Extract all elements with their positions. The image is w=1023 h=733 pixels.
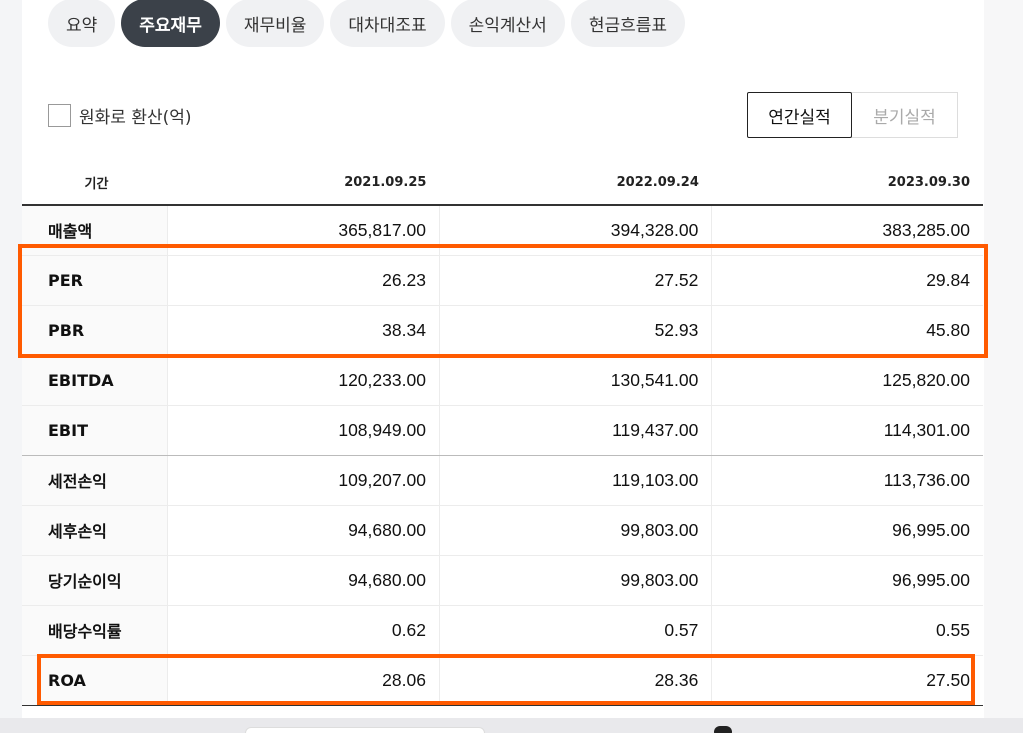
table-cell: 45.80 (711, 305, 983, 356)
table-row: EBIT 108,949.00 119,437.00 114,301.00 (22, 405, 983, 456)
table-row: ROA 28.06 28.36 27.50 (22, 655, 983, 706)
row-label: 매출액 (22, 205, 167, 256)
table-row: EBITDA 120,233.00 130,541.00 125,820.00 (22, 355, 983, 406)
krw-convert-checkbox[interactable] (48, 104, 71, 127)
period-column-header: 2021.09.25 (167, 160, 440, 206)
bottom-search-pill (245, 727, 485, 733)
period-column-header: 2022.09.24 (439, 160, 712, 206)
table-cell: 394,328.00 (438, 205, 712, 256)
table-cell: 99,803.00 (438, 555, 712, 606)
table-cell: 0.55 (711, 605, 983, 656)
table-cell: 96,995.00 (711, 505, 983, 556)
table-header-row: 기간 2021.09.25 2022.09.24 2023.09.30 (22, 160, 983, 206)
table-cell: 26.23 (166, 255, 440, 306)
row-label: PER (22, 255, 167, 306)
quarterly-results-button[interactable]: 분기실적 (851, 92, 958, 138)
table-cell: 0.57 (438, 605, 712, 656)
table-row: 세후손익 94,680.00 99,803.00 96,995.00 (22, 505, 983, 556)
table-cell: 365,817.00 (166, 205, 440, 256)
tab-financial-ratios[interactable]: 재무비율 (225, 0, 325, 47)
row-label: PBR (22, 305, 167, 356)
bottom-dot-icon (714, 726, 732, 733)
table-cell: 27.50 (711, 655, 983, 706)
table-cell: 125,820.00 (711, 355, 983, 406)
row-label: EBIT (22, 405, 167, 456)
row-label: 세후손익 (22, 505, 167, 556)
annual-results-button[interactable]: 연간실적 (747, 92, 852, 138)
table-cell: 27.52 (438, 255, 712, 306)
table-row: PER 26.23 27.52 29.84 (22, 255, 983, 306)
row-label: EBITDA (22, 355, 167, 406)
table-cell: 0.62 (166, 605, 440, 656)
tab-income-statement[interactable]: 손익계산서 (450, 0, 565, 47)
tab-cash-flow[interactable]: 현금흐름표 (570, 0, 686, 47)
left-background (0, 0, 22, 718)
period-column-header: 2023.09.30 (711, 160, 983, 206)
krw-convert-option[interactable]: 원화로 환산(억) (48, 103, 192, 128)
key-financials-table: 기간 2021.09.25 2022.09.24 2023.09.30 매출액 … (22, 160, 983, 706)
row-label: 세전손익 (22, 455, 167, 506)
row-label: 배당수익률 (22, 605, 167, 656)
right-background (984, 0, 1023, 720)
table-cell: 52.93 (438, 305, 712, 356)
row-label: ROA (22, 655, 167, 706)
tab-balance-sheet[interactable]: 대차대조표 (330, 0, 445, 47)
bottom-bar (0, 718, 1023, 733)
table-cell: 113,736.00 (711, 455, 983, 506)
table-row: 당기순이익 94,680.00 99,803.00 96,995.00 (22, 555, 983, 606)
table-cell: 94,680.00 (166, 505, 440, 556)
table-cell: 119,103.00 (438, 455, 712, 506)
table-cell: 108,949.00 (166, 405, 440, 456)
table-row: 매출액 365,817.00 394,328.00 383,285.00 (22, 205, 983, 256)
table-cell: 114,301.00 (711, 405, 983, 456)
table-row: 세전손익 109,207.00 119,103.00 113,736.00 (22, 455, 983, 506)
period-header: 기간 (22, 160, 167, 206)
table-cell: 119,437.00 (438, 405, 712, 456)
table-cell: 94,680.00 (166, 555, 440, 606)
tab-summary[interactable]: 요약 (48, 0, 116, 47)
table-row: PBR 38.34 52.93 45.80 (22, 305, 983, 356)
table-cell: 28.36 (438, 655, 712, 706)
table-cell: 130,541.00 (438, 355, 712, 406)
table-cell: 120,233.00 (166, 355, 440, 406)
table-cell: 38.34 (166, 305, 440, 356)
tab-key-financials[interactable]: 주요재무 (121, 0, 220, 47)
row-label: 당기순이익 (22, 555, 167, 606)
table-cell: 383,285.00 (711, 205, 983, 256)
table-cell: 99,803.00 (438, 505, 712, 556)
financial-tabs: 요약 주요재무 재무비율 대차대조표 손익계산서 현금흐름표 (48, 0, 686, 48)
table-cell: 29.84 (711, 255, 983, 306)
table-row: 배당수익률 0.62 0.57 0.55 (22, 605, 983, 656)
krw-convert-label: 원화로 환산(억) (79, 108, 192, 128)
table-cell: 28.06 (166, 655, 440, 706)
table-cell: 109,207.00 (166, 455, 440, 506)
table-cell: 96,995.00 (711, 555, 983, 606)
